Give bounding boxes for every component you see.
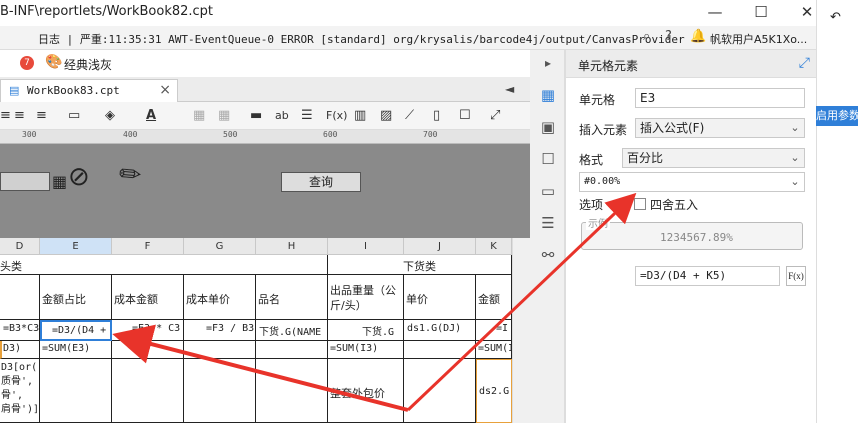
annotation-arrows: [112, 192, 637, 412]
arrow-to-format: [406, 192, 637, 412]
arrow-to-cell: [112, 324, 409, 412]
